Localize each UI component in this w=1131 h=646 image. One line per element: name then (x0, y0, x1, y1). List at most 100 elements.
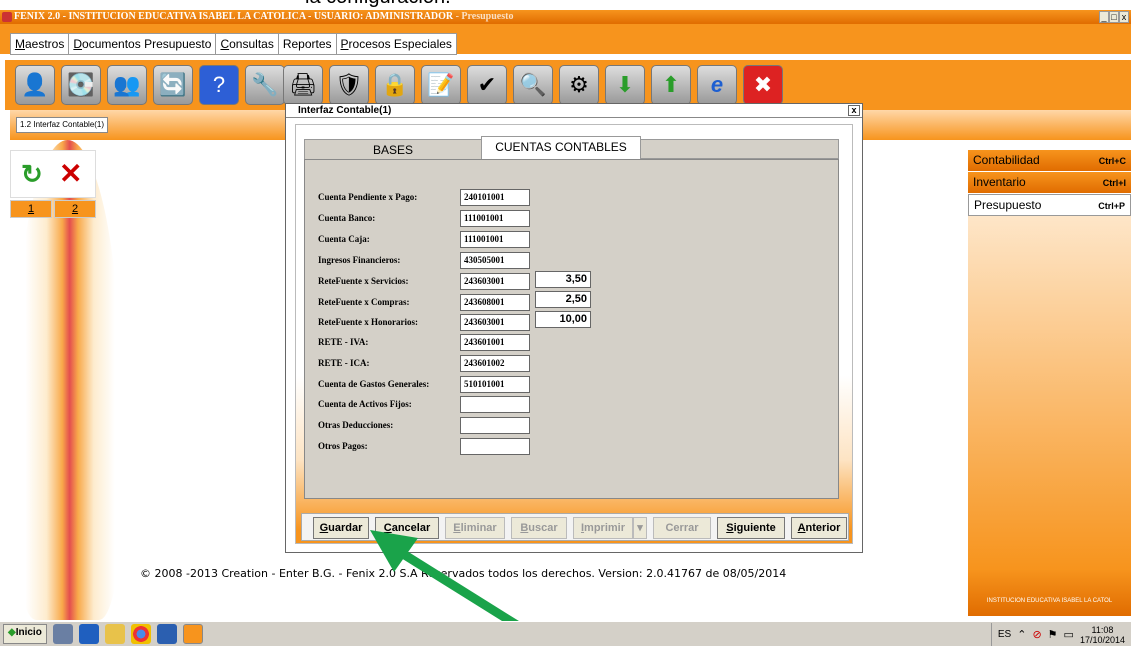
doc-tab-interfaz-contable[interactable]: 1.2 Interfaz Contable(1) (16, 117, 109, 133)
upload-icon[interactable]: ⬆ (651, 65, 691, 105)
imprimir-dropdown[interactable]: ▾ (633, 517, 647, 539)
system-tray: ES ⌃ ⊘ ⚑ ▭ 11:08 17/10/2014 (990, 623, 1131, 646)
lock-icon[interactable]: 🔒 (375, 65, 415, 105)
return-icon[interactable]: ↻ (21, 159, 43, 190)
gastos-generales-field[interactable]: 510101001 (460, 376, 530, 393)
rete-ica-field[interactable]: 243601002 (460, 355, 530, 372)
label-gastos-generales: Cuenta de Gastos Generales: (318, 379, 430, 389)
interfaz-contable-dialog: Interfaz Contable(1) x BASES CUENTAS CON… (285, 103, 863, 553)
server-manager-icon[interactable] (52, 624, 73, 644)
left-action-panel: ↻ ✕ (10, 150, 96, 198)
app-icon (2, 12, 12, 22)
notepad-icon[interactable]: 📝 (421, 65, 461, 105)
cancel-icon[interactable]: ✕ (59, 157, 82, 190)
checklist-icon[interactable]: ✔ (467, 65, 507, 105)
drive-icon[interactable]: 💽 (61, 65, 101, 105)
menu-documentos-presupuesto[interactable]: Documentos Presupuesto (69, 34, 217, 54)
ie-icon[interactable]: e (697, 65, 737, 105)
close-app-icon[interactable]: ✖ (743, 65, 783, 105)
cuenta-pendiente-field[interactable]: 240101001 (460, 189, 530, 206)
printer-icon[interactable]: 🖨 (283, 65, 323, 105)
menu-bar: Maestros Documentos Presupuesto Consulta… (0, 24, 1131, 55)
anterior-button[interactable]: Anterior (791, 517, 847, 539)
window-title: FENIX 2.0 - INSTITUCION EDUCATIVA ISABEL… (14, 11, 454, 22)
module-inventario[interactable]: Inventario Ctrl+I (968, 172, 1131, 194)
language-indicator[interactable]: ES (998, 629, 1011, 640)
tools-icon[interactable]: 🔧 (245, 65, 285, 105)
windows-logo-icon: ◆ (8, 627, 16, 638)
retefuente-compras-field[interactable]: 243608001 (460, 294, 530, 311)
label-otros-pagos: Otros Pagos: (318, 441, 368, 451)
module-presupuesto[interactable]: Presupuesto Ctrl+P (968, 194, 1131, 216)
tab-strip: BASES CUENTAS CONTABLES (304, 136, 839, 160)
tab-cuentas-contables[interactable]: CUENTAS CONTABLES (481, 136, 641, 160)
guardar-button[interactable]: Guardar (313, 517, 369, 539)
tab-bases[interactable]: BASES (305, 140, 481, 160)
users-icon[interactable]: 👥 (107, 65, 147, 105)
cuenta-banco-field[interactable]: 111001001 (460, 210, 530, 227)
page-caption: la configuración. (305, 0, 451, 9)
help-icon[interactable]: ? (199, 65, 239, 105)
institution-watermark: INSTITUCION EDUCATIVA ISABEL LA CATOL (986, 598, 1113, 604)
siguiente-button[interactable]: Siguiente (717, 517, 785, 539)
green-pointer-arrow (370, 530, 525, 630)
label-retefuente-compras: ReteFuente x Compras: (318, 297, 410, 307)
dialog-titlebar: Interfaz Contable(1) x (286, 104, 862, 118)
label-ingresos-financieros: Ingresos Financieros: (318, 255, 401, 265)
label-retefuente-honorarios: ReteFuente x Honorarios: (318, 317, 418, 327)
label-cuenta-pendiente: Cuenta Pendiente x Pago: (318, 192, 418, 202)
start-button[interactable]: ◆Inicio (3, 624, 47, 644)
maximize-button[interactable]: □ (1109, 11, 1119, 23)
fenix-app-icon[interactable] (182, 624, 203, 644)
left-nav-2[interactable]: 2 (54, 200, 96, 218)
retefuente-honorarios-field[interactable]: 243603001 (460, 314, 530, 331)
powershell-icon[interactable] (78, 624, 99, 644)
retefuente-honorarios-pct[interactable]: 10,00 (535, 311, 591, 328)
minimize-button[interactable]: _ (1099, 11, 1109, 23)
label-cuenta-caja: Cuenta Caja: (318, 234, 370, 244)
shield-icon[interactable]: 🛡 (329, 65, 369, 105)
close-window-button[interactable]: x (1119, 11, 1129, 23)
monitor-icon[interactable]: ▭ (1064, 628, 1074, 641)
admin-icon[interactable]: ⚙ (559, 65, 599, 105)
dialog-title: Interfaz Contable(1) (298, 105, 392, 116)
tray-expand-icon[interactable]: ⌃ (1017, 628, 1026, 641)
otros-pagos-field[interactable] (460, 438, 530, 455)
search-doc-icon[interactable]: 🔍 (513, 65, 553, 105)
menu-maestros[interactable]: Maestros (11, 34, 70, 54)
window-titlebar: FENIX 2.0 - INSTITUCION EDUCATIVA ISABEL… (0, 10, 1131, 24)
label-rete-ica: RETE - ICA: (318, 358, 370, 368)
network-status-icon[interactable]: ⊘ (1032, 628, 1041, 641)
left-nav-1[interactable]: 1 (10, 200, 52, 218)
rete-iva-field[interactable]: 243601001 (460, 334, 530, 351)
cuentas-contables-panel: Cuenta Pendiente x Pago: 240101001 Cuent… (304, 159, 839, 499)
dialog-close-button[interactable]: x (848, 105, 860, 116)
window-subtitle: - Presupuesto (453, 11, 514, 22)
retefuente-servicios-field[interactable]: 243603001 (460, 273, 530, 290)
network-icon[interactable]: 🔄 (153, 65, 193, 105)
otras-deducciones-field[interactable] (460, 417, 530, 434)
menu-reportes[interactable]: Reportes (279, 34, 337, 54)
activos-fijos-field[interactable] (460, 396, 530, 413)
label-activos-fijos: Cuenta de Activos Fijos: (318, 399, 412, 409)
retefuente-compras-pct[interactable]: 2,50 (535, 291, 591, 308)
ingresos-financieros-field[interactable]: 430505001 (460, 252, 530, 269)
cerrar-button[interactable]: Cerrar (653, 517, 711, 539)
imprimir-button[interactable]: Imprimir (573, 517, 633, 539)
module-contabilidad[interactable]: Contabilidad Ctrl+C (968, 150, 1131, 172)
download-icon[interactable]: ⬇ (605, 65, 645, 105)
word-icon[interactable] (156, 624, 177, 644)
chrome-icon[interactable] (130, 624, 151, 644)
retefuente-servicios-pct[interactable]: 3,50 (535, 271, 591, 288)
flag-icon[interactable]: ⚑ (1048, 628, 1058, 641)
menu-consultas[interactable]: Consultas (216, 34, 279, 54)
right-module-panel: Contabilidad Ctrl+C Inventario Ctrl+I Pres… (968, 150, 1131, 616)
menu-procesos-especiales[interactable]: Procesos Especiales (337, 34, 456, 54)
label-retefuente-servicios: ReteFuente x Servicios: (318, 276, 409, 286)
clock[interactable]: 11:08 17/10/2014 (1080, 625, 1125, 645)
folder-icon[interactable] (104, 624, 125, 644)
label-cuenta-banco: Cuenta Banco: (318, 213, 376, 223)
cuenta-caja-field[interactable]: 111001001 (460, 231, 530, 248)
user-icon[interactable]: 👤 (15, 65, 55, 105)
window-controls: _ □ x (1099, 11, 1129, 23)
